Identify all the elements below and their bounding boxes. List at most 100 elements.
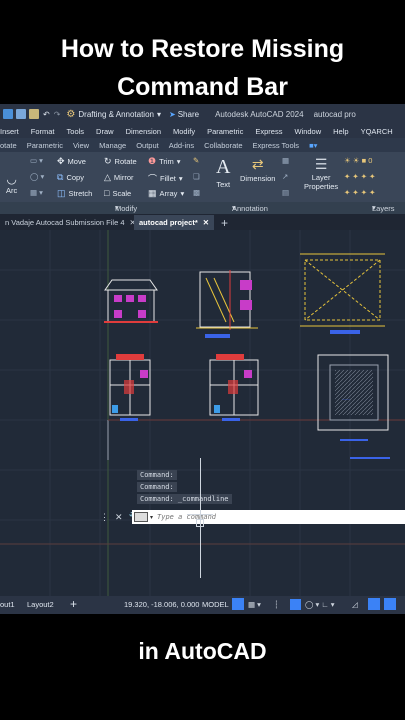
grid-toggle-icon[interactable]: [232, 598, 244, 610]
annotation-scale-icon[interactable]: ◿: [352, 600, 358, 609]
scale-button[interactable]: □ Scale: [104, 188, 131, 198]
undo-icon[interactable]: ↶: [43, 110, 50, 119]
draw-tools-2[interactable]: ◯ ▾: [30, 172, 44, 181]
menu-insert[interactable]: Insert: [0, 127, 25, 136]
menu-modify[interactable]: Modify: [167, 127, 201, 136]
new-tab-button[interactable]: +: [216, 215, 233, 230]
layer-tools-3[interactable]: ✦ ✦ ✦ ✦: [344, 188, 375, 197]
plus-icon: +: [221, 215, 229, 230]
command-prompt-icon[interactable]: [134, 512, 148, 522]
menu-express[interactable]: Express: [249, 127, 288, 136]
model-space-button[interactable]: MODEL: [202, 600, 229, 609]
move-label: Move: [67, 157, 86, 166]
tab-annotate[interactable]: otate: [0, 141, 22, 150]
menu-tools[interactable]: Tools: [61, 127, 91, 136]
array-dropdown-icon: ▾: [180, 189, 185, 198]
save-icon[interactable]: [3, 109, 13, 119]
tab-manage[interactable]: Manage: [94, 141, 131, 150]
share-button[interactable]: ➤ Share: [169, 110, 199, 119]
layer-properties-button[interactable]: ☰ Layer Properties: [304, 156, 338, 191]
layout-tab-1[interactable]: out1: [0, 600, 15, 609]
close-icon[interactable]: ✕: [203, 218, 209, 227]
floor-plan-2: [209, 354, 259, 421]
annotation-tool-1[interactable]: ▦: [282, 156, 289, 165]
share-label: Share: [177, 109, 200, 119]
gear-icon: ⚙: [66, 108, 76, 120]
crosshair-cursor-h: [187, 514, 213, 515]
menu-draw[interactable]: Draw: [90, 127, 120, 136]
add-layout-button[interactable]: +: [70, 597, 77, 611]
copy-button[interactable]: ⧉ Copy: [57, 172, 84, 183]
tab-output[interactable]: Output: [131, 141, 164, 150]
svg-text:——: ——: [342, 396, 350, 401]
annotation-tool-2[interactable]: ↗: [282, 172, 288, 181]
command-line[interactable]: ▾: [132, 510, 405, 524]
osnap-icon[interactable]: ◯ ▾ ∟ ▾: [305, 600, 335, 609]
saveas-icon[interactable]: [16, 109, 26, 119]
menu-dimension[interactable]: Dimension: [120, 127, 167, 136]
rotate-button[interactable]: ↻ Rotate: [104, 156, 137, 167]
layer-properties-label-1: Layer: [311, 173, 331, 182]
cad-drawings: ——: [0, 230, 405, 596]
menu-window[interactable]: Window: [288, 127, 327, 136]
layers-panel-label: Layers: [372, 204, 395, 213]
chevron-down-icon[interactable]: ▾: [150, 514, 153, 521]
layers-panel-title[interactable]: Layers ▾: [372, 203, 395, 213]
ribbon-toggle-icon[interactable]: ■▾: [304, 141, 322, 150]
polar-icon[interactable]: [290, 599, 301, 610]
annotation-visibility-icon[interactable]: [384, 598, 396, 610]
arc-button[interactable]: ◡ Arc: [6, 172, 17, 195]
selection-cycling-icon[interactable]: [368, 598, 380, 610]
grip-icon[interactable]: ⋮: [100, 512, 109, 523]
drawing-canvas[interactable]: —— Command: Command: Command: _commandli…: [0, 230, 405, 596]
layer-lock-icon: ✦ ✦ ✦ ✦: [344, 188, 376, 197]
table-grid-icon: ▤: [282, 188, 290, 197]
text-button[interactable]: A Text: [216, 156, 230, 189]
arc-icon: ◡: [6, 172, 17, 186]
layout-tab-2[interactable]: Layout2: [27, 600, 54, 609]
workspace-switcher[interactable]: ⚙ Drafting & Annotation ▾: [66, 109, 161, 120]
command-history-line: Command:: [137, 482, 177, 492]
tab-view[interactable]: View: [68, 141, 94, 150]
explode-icon[interactable]: ▩: [193, 188, 200, 197]
stretch-button[interactable]: ◫ Stretch: [57, 188, 92, 199]
draw-tools-1[interactable]: ▭ ▾: [30, 156, 43, 165]
dimension-button[interactable]: ⇄ Dimension: [240, 156, 275, 183]
command-history: Command: Command: Command: _commandline: [137, 470, 232, 506]
array-icon: ▦: [148, 188, 157, 198]
tab-addins[interactable]: Add-ins: [164, 141, 199, 150]
print-icon[interactable]: [29, 109, 39, 119]
redo-icon[interactable]: ↷: [54, 110, 61, 119]
snap-icon[interactable]: ▦ ▾: [248, 600, 261, 609]
annotation-panel-title[interactable]: Annotation ▾: [232, 203, 268, 213]
command-history-line: Command: _commandline: [137, 494, 232, 504]
erase-icon[interactable]: ❏: [193, 172, 200, 181]
doc-tab-active[interactable]: autocad project* ✕: [134, 215, 215, 230]
draw-tools-3[interactable]: ▦ ▾: [30, 188, 43, 197]
pencil-icon[interactable]: ✎: [193, 156, 199, 165]
close-icon[interactable]: ✕: [115, 512, 123, 523]
trim-button[interactable]: ❶ Trim ▾: [148, 156, 181, 167]
layer-tools-1[interactable]: ☀ ☀ ■ 0: [344, 156, 372, 165]
move-button[interactable]: ✥ Move: [57, 156, 86, 167]
annotation-tool-3[interactable]: ▤: [282, 188, 289, 197]
menu-format[interactable]: Format: [25, 127, 61, 136]
layer-tools-2[interactable]: ✦ ✦ ✦ ✦: [344, 172, 375, 181]
menu-yqarch[interactable]: YQARCH: [355, 127, 399, 136]
app-title: Autodesk AutoCAD 2024: [215, 109, 304, 119]
doc-tab-submission[interactable]: n Vadaje Autocad Submission File 4 ✕: [0, 215, 141, 230]
copy-icon: ⧉: [57, 172, 64, 182]
ortho-icon[interactable]: ┆: [274, 600, 279, 609]
tab-collaborate[interactable]: Collaborate: [199, 141, 247, 150]
menu-parametric[interactable]: Parametric: [201, 127, 249, 136]
tab-parametric[interactable]: Parametric: [22, 141, 68, 150]
chevron-down-icon: ▾: [156, 109, 161, 119]
mirror-button[interactable]: △ Mirror: [104, 172, 134, 183]
doc-tab-submission-label: n Vadaje Autocad Submission File 4: [5, 218, 125, 227]
modify-panel-title[interactable]: Modify ▾: [115, 203, 137, 213]
menu-help[interactable]: Help: [327, 127, 354, 136]
layer-properties-icon: ☰: [314, 156, 328, 172]
tab-express-tools[interactable]: Express Tools: [248, 141, 305, 150]
array-button[interactable]: ▦ Array ▾: [148, 188, 184, 199]
fillet-button[interactable]: ⌒ Fillet ▾: [148, 172, 183, 185]
